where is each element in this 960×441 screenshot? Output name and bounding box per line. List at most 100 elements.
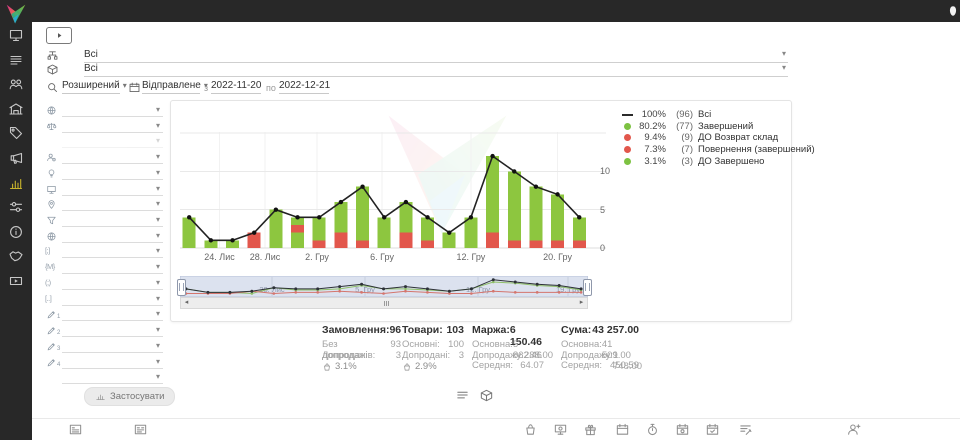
bar-segment[interactable] — [529, 240, 542, 248]
orders-id-icon[interactable] — [68, 422, 83, 437]
line-point[interactable] — [295, 215, 299, 219]
legend-item[interactable]: 100%(96)Всі — [620, 109, 815, 121]
report-icon[interactable] — [738, 422, 753, 437]
navigator-scrollbar[interactable]: ◂ ▸ — [180, 297, 588, 309]
view-product-toggle[interactable] — [479, 388, 494, 403]
legend-item[interactable]: 3.1%(3)ДО Завершено — [620, 155, 815, 167]
filter-dropdown[interactable]: ▾ — [62, 245, 163, 258]
line-point[interactable] — [274, 208, 278, 212]
calendar-cash-icon[interactable] — [675, 422, 690, 437]
line-point[interactable] — [490, 154, 494, 158]
filter-dropdown[interactable]: ▾ — [62, 308, 163, 321]
bar-segment[interactable] — [464, 217, 477, 248]
filter-dropdown[interactable]: ▾ — [62, 104, 163, 117]
video-help-button[interactable] — [46, 27, 72, 44]
timer-icon[interactable] — [645, 422, 660, 437]
scope-select[interactable]: Всі ▾ — [84, 49, 788, 63]
line-point[interactable] — [209, 238, 213, 242]
product-select[interactable]: Всі ▾ — [84, 63, 788, 77]
filter-dropdown[interactable]: ▾ — [62, 183, 163, 196]
line-point[interactable] — [534, 185, 538, 189]
bar-segment[interactable] — [356, 187, 369, 241]
sidebar-item-settings[interactable] — [8, 199, 24, 215]
search-mode-select[interactable]: Розширений▾ — [62, 80, 120, 94]
line-point[interactable] — [447, 230, 451, 234]
date-field-select[interactable]: Відправлене▾ — [142, 80, 200, 94]
date-to-input[interactable]: 2022-12-21 — [279, 80, 329, 94]
filter-dropdown[interactable]: ▾ — [62, 214, 163, 227]
legend-item[interactable]: 7.3%(7)Повернення (завершений) — [620, 144, 815, 156]
legend-item[interactable]: 80.2%(77)Завершений — [620, 121, 815, 133]
line-point[interactable] — [512, 169, 516, 173]
bar-segment[interactable] — [334, 202, 347, 233]
gift-icon[interactable] — [583, 422, 598, 437]
sidebar-item-customers[interactable] — [8, 76, 24, 92]
calendar-icon[interactable] — [615, 422, 630, 437]
bar-segment[interactable] — [573, 240, 586, 248]
bar-segment[interactable] — [291, 233, 304, 248]
sidebar-item-orders[interactable] — [8, 52, 24, 68]
filter-dropdown[interactable]: ▾ — [62, 198, 163, 211]
bar-segment[interactable] — [573, 217, 586, 240]
bar-segment[interactable] — [508, 171, 521, 240]
line-point[interactable] — [317, 215, 321, 219]
person-add-icon[interactable] — [846, 422, 861, 437]
line-point[interactable] — [187, 215, 191, 219]
chart-navigator[interactable]: 28. Лис5. Гру12. Гру19. Гру — [180, 276, 588, 297]
filter-dropdown[interactable]: ▾ — [62, 135, 163, 148]
orders-id2-icon[interactable] — [133, 422, 148, 437]
filter-dropdown[interactable]: ▾ — [62, 293, 163, 306]
bar-segment[interactable] — [399, 233, 412, 248]
filter-dropdown[interactable]: ▾ — [62, 324, 163, 337]
filter-dropdown[interactable]: ▾ — [62, 261, 163, 274]
basket-icon[interactable] — [523, 422, 538, 437]
filter-dropdown[interactable]: ▾ — [62, 230, 163, 243]
sidebar-item-video[interactable] — [8, 273, 24, 289]
bar-segment[interactable] — [356, 240, 369, 248]
bar-segment[interactable] — [443, 233, 456, 248]
apply-button[interactable]: Застосувати — [84, 387, 175, 406]
bar-segment[interactable] — [486, 233, 499, 248]
bar-segment[interactable] — [399, 202, 412, 233]
line-point[interactable] — [425, 215, 429, 219]
bar-segment[interactable] — [551, 194, 564, 240]
navigator-left-handle[interactable] — [177, 279, 186, 296]
filter-dropdown[interactable]: ▾ — [62, 356, 163, 369]
bar-segment[interactable] — [421, 240, 434, 248]
line-point[interactable] — [339, 200, 343, 204]
line-point[interactable] — [382, 215, 386, 219]
sidebar-item-dashboard[interactable] — [8, 27, 24, 43]
line-point[interactable] — [360, 185, 364, 189]
bar-segment[interactable] — [529, 187, 542, 241]
bar-segment[interactable] — [551, 240, 564, 248]
line-point[interactable] — [469, 215, 473, 219]
sidebar-item-partners[interactable] — [8, 248, 24, 264]
filter-dropdown[interactable]: ▾ — [62, 167, 163, 180]
line-point[interactable] — [404, 200, 408, 204]
scrollbar-grip[interactable] — [384, 301, 389, 306]
bar-segment[interactable] — [378, 217, 391, 248]
assistant-icon[interactable] — [946, 4, 960, 18]
view-list-toggle[interactable] — [455, 388, 470, 403]
line-point[interactable] — [252, 230, 256, 234]
scroll-left-arrow-icon[interactable]: ◂ — [181, 298, 192, 308]
filter-dropdown[interactable]: ▾ — [62, 151, 163, 164]
filter-dropdown[interactable]: ▾ — [62, 277, 163, 290]
bar-segment[interactable] — [313, 217, 326, 240]
filter-dropdown[interactable]: ▾ — [62, 371, 163, 384]
sidebar-item-warehouse[interactable] — [8, 101, 24, 117]
filter-dropdown[interactable]: ▾ — [62, 120, 163, 133]
pos-monitor-icon[interactable] — [553, 422, 568, 437]
bar-segment[interactable] — [313, 240, 326, 248]
legend-item[interactable]: 9.4%(9)ДО Возврат склад — [620, 132, 815, 144]
app-logo-icon[interactable] — [3, 2, 29, 26]
line-point[interactable] — [555, 192, 559, 196]
date-from-input[interactable]: 2022-11-20 — [211, 80, 261, 94]
line-point[interactable] — [230, 238, 234, 242]
line-point[interactable] — [577, 215, 581, 219]
sidebar-item-analytics[interactable] — [8, 175, 24, 191]
navigator-right-handle[interactable] — [583, 279, 592, 296]
filter-dropdown[interactable]: ▾ — [62, 340, 163, 353]
sidebar-item-marketing[interactable] — [8, 150, 24, 166]
bar-segment[interactable] — [334, 233, 347, 248]
